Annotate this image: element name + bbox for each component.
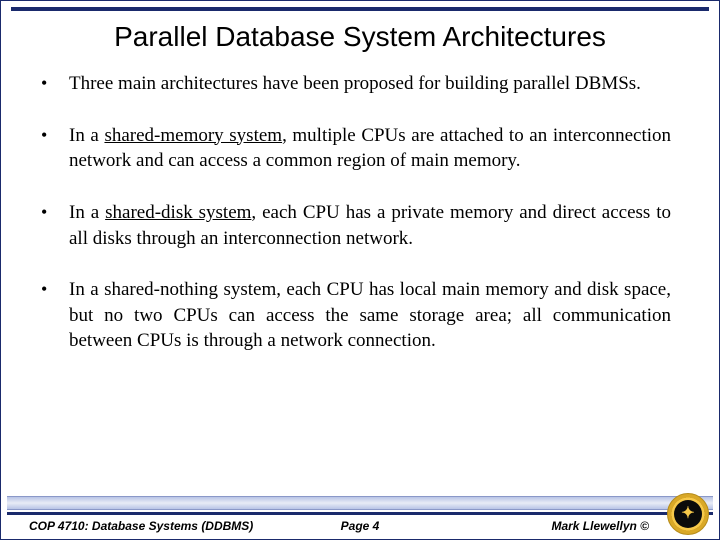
bullet-text: In a shared-nothing system, each CPU has… xyxy=(69,277,671,354)
bullet-marker: • xyxy=(41,200,69,251)
slide-content: • Three main architectures have been pro… xyxy=(1,71,719,354)
bullet-text: In a shared-memory system, multiple CPUs… xyxy=(69,123,671,174)
bullet-text: Three main architectures have been propo… xyxy=(69,71,671,97)
footer-author: Mark Llewellyn © xyxy=(551,519,649,533)
bullet-item: • Three main architectures have been pro… xyxy=(41,71,671,97)
logo-inner: ✦ xyxy=(674,500,702,528)
bullet-marker: • xyxy=(41,71,69,97)
bullet-item: • In a shared-disk system, each CPU has … xyxy=(41,200,671,251)
bullet-text-underline: shared-disk system xyxy=(105,202,251,223)
bullet-text: In a shared-disk system, each CPU has a … xyxy=(69,200,671,251)
bullet-item: • In a shared-memory system, multiple CP… xyxy=(41,123,671,174)
ucf-logo-icon: ✦ xyxy=(667,493,709,535)
bullet-item: • In a shared-nothing system, each CPU h… xyxy=(41,277,671,354)
top-rule xyxy=(11,7,709,11)
bullet-marker: • xyxy=(41,123,69,174)
bullet-text-pre: In a xyxy=(69,125,104,146)
bullet-text-pre: In a shared-nothing system, each CPU has… xyxy=(69,279,671,351)
slide-footer: COP 4710: Database Systems (DDBMS) Page … xyxy=(1,496,719,539)
bullet-marker: • xyxy=(41,277,69,354)
bullet-text-pre: In a xyxy=(69,202,105,223)
bullet-text-pre: Three main architectures have been propo… xyxy=(69,73,641,94)
slide-title: Parallel Database System Architectures xyxy=(21,21,699,53)
footer-course: COP 4710: Database Systems (DDBMS) xyxy=(29,519,253,533)
footer-page: Page 4 xyxy=(341,519,380,533)
footer-text-row: COP 4710: Database Systems (DDBMS) Page … xyxy=(1,515,719,539)
footer-bar xyxy=(7,496,713,510)
logo-glyph: ✦ xyxy=(681,503,694,523)
bullet-text-underline: shared-memory system xyxy=(104,125,282,146)
bullet-list: • Three main architectures have been pro… xyxy=(41,71,671,354)
